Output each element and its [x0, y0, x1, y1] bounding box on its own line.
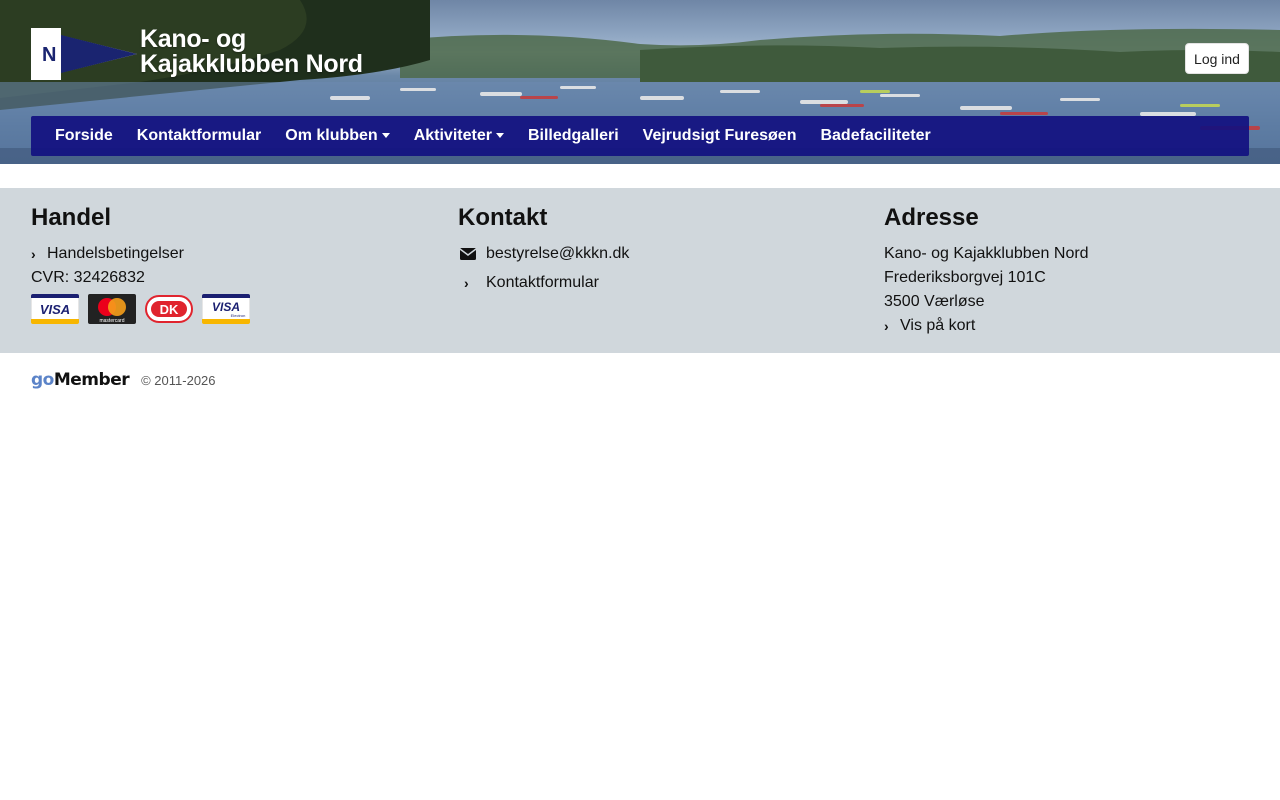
- club-name-line2: Kajakklubben Nord: [140, 50, 363, 78]
- brand-go: go: [31, 370, 54, 390]
- email-address: bestyrelse@kkkn.dk: [486, 245, 630, 262]
- address-city: 3500 Værløse: [884, 293, 985, 310]
- nav-label: Om klubben: [285, 127, 378, 144]
- mastercard-icon: mastercard: [88, 294, 136, 324]
- payment-cards: VISA mastercard DK VISA Electron: [31, 294, 250, 324]
- caret-down-icon: [381, 132, 390, 138]
- visa-electron-icon: VISA Electron: [202, 294, 250, 324]
- svg-text:mastercard: mastercard: [99, 318, 124, 324]
- copyright: © 2011-2026: [141, 372, 216, 388]
- gomember-logo[interactable]: goMember: [31, 370, 130, 390]
- kontakt-heading: Kontakt: [458, 204, 548, 231]
- terms-link[interactable]: › Handelsbetingelser: [31, 242, 250, 266]
- nav-item-forside[interactable]: Forside: [43, 116, 125, 156]
- nav-item-billedgalleri[interactable]: Billedgalleri: [516, 116, 631, 156]
- chevron-right-icon: ›: [464, 275, 469, 291]
- header-banner: N Kano- og Kajakklubben Nord Log ind For…: [0, 0, 1280, 164]
- contact-form-link[interactable]: › Kontaktformular: [458, 271, 629, 295]
- bottom-bar: goMember © 2011-2026: [31, 370, 216, 390]
- caret-down-icon: [495, 132, 504, 138]
- login-button[interactable]: Log ind: [1185, 43, 1249, 74]
- cvr-number: CVR: 32426832: [31, 269, 145, 286]
- nav-item-aktiviteter[interactable]: Aktiviteter: [402, 116, 516, 156]
- svg-text:N: N: [42, 44, 56, 66]
- terms-label: Handelsbetingelser: [47, 245, 184, 262]
- nav-label: Kontaktformular: [136, 127, 262, 144]
- dankort-icon: DK: [145, 294, 193, 324]
- adresse-heading: Adresse: [884, 204, 979, 231]
- footer-info: Handel › Handelsbetingelser CVR: 3242683…: [0, 188, 1280, 353]
- svg-text:Electron: Electron: [231, 313, 246, 318]
- main-navbar: Forside Kontaktformular Om klubben Aktiv…: [31, 116, 1249, 156]
- nav-item-om-klubben[interactable]: Om klubben: [273, 116, 401, 156]
- nav-label: Vejrudsigt Furesøen: [642, 127, 797, 144]
- svg-text:VISA: VISA: [212, 300, 240, 314]
- footer-col-kontakt: Kontakt bestyrelse@kkkn.dk › Kontaktform…: [458, 204, 629, 295]
- chevron-right-icon: ›: [31, 246, 36, 262]
- address-name: Kano- og Kajakklubben Nord: [884, 245, 1089, 262]
- visa-card-icon: VISA: [31, 294, 79, 324]
- nav-label: Billedgalleri: [527, 127, 619, 144]
- handel-heading: Handel: [31, 204, 112, 231]
- nav-item-vejrudsigt[interactable]: Vejrudsigt Furesøen: [631, 116, 809, 156]
- nav-label: Forside: [55, 127, 113, 144]
- email-link[interactable]: bestyrelse@kkkn.dk: [458, 242, 629, 266]
- nav-label: Aktiviteter: [413, 127, 492, 144]
- nav-label: Badefaciliteter: [820, 127, 931, 144]
- footer-col-adresse: Adresse Kano- og Kajakklubben Nord Frede…: [884, 204, 1089, 338]
- svg-text:DK: DK: [160, 302, 179, 317]
- chevron-right-icon: ›: [884, 318, 889, 334]
- footer-col-handel: Handel › Handelsbetingelser CVR: 3242683…: [31, 204, 250, 324]
- nav-item-kontaktformular[interactable]: Kontaktformular: [125, 116, 273, 156]
- nav-item-badefaciliteter[interactable]: Badefaciliteter: [808, 116, 942, 156]
- contact-form-label: Kontaktformular: [486, 274, 599, 291]
- club-flag-icon: N: [31, 28, 137, 80]
- envelope-icon: [459, 248, 477, 260]
- map-label: Vis på kort: [900, 317, 976, 334]
- map-link[interactable]: › Vis på kort: [884, 314, 1089, 338]
- club-name-line1: Kano- og: [140, 25, 246, 53]
- brand-member: Member: [53, 370, 130, 390]
- svg-text:VISA: VISA: [40, 302, 70, 317]
- address-street: Frederiksborgvej 101C: [884, 269, 1046, 286]
- club-logo[interactable]: N Kano- og Kajakklubben Nord: [31, 27, 391, 82]
- club-name: Kano- og Kajakklubben Nord: [140, 27, 363, 77]
